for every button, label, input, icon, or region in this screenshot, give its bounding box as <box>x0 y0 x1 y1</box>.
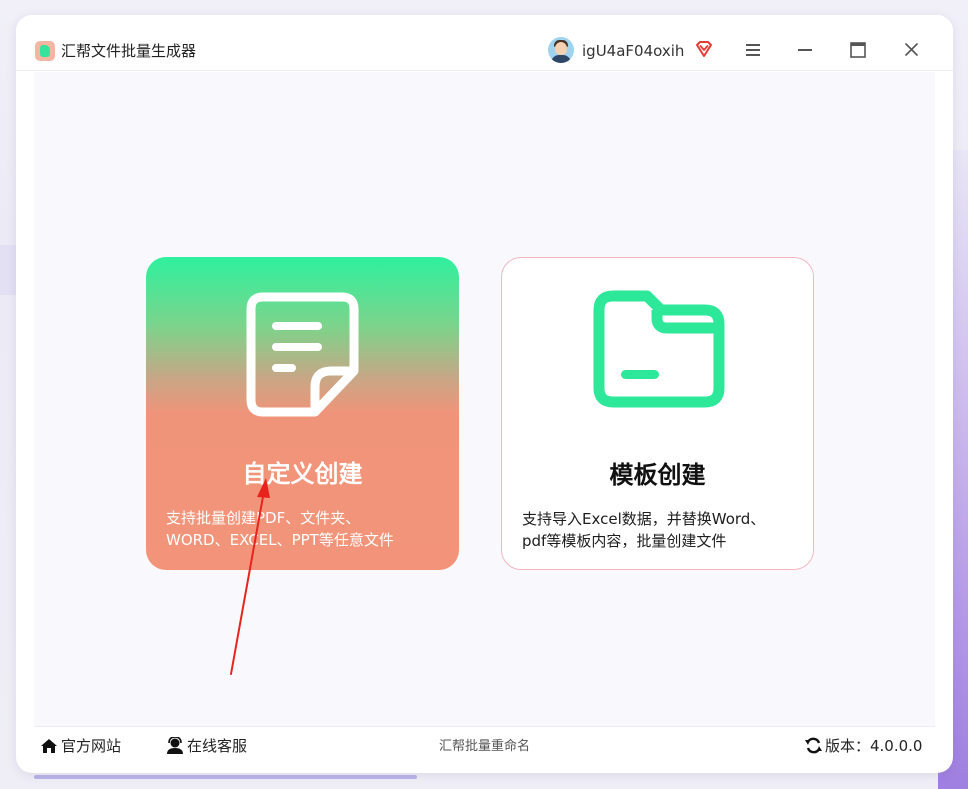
card-description: 支持批量创建PDF、文件夹、 WORD、EXCEL、PPT等任意文件 <box>166 507 446 551</box>
footer-center-text: 汇帮批量重命名 <box>438 739 530 754</box>
version-info[interactable]: 版本：4.0.0.0 <box>805 735 922 757</box>
version-label: 版本：4.0.0.0 <box>825 737 923 755</box>
close-icon[interactable] <box>905 43 918 56</box>
footer-bar: 官方网站 在线客服 汇帮批量重命名 版本：4.0.0.0 <box>34 726 935 764</box>
minimize-icon[interactable] <box>798 43 812 57</box>
card-desc-line: 支持批量创建PDF、文件夹、 <box>166 509 361 527</box>
maximize-icon[interactable] <box>850 42 866 58</box>
avatar-body <box>551 55 571 63</box>
card-desc-line: 支持导入Excel数据，并替换Word、 <box>522 510 766 528</box>
background-strip <box>34 775 417 779</box>
template-create-card[interactable]: 模板创建 支持导入Excel数据，并替换Word、 pdf等模板内容，批量创建文… <box>501 257 814 570</box>
avatar-face <box>555 42 567 55</box>
vip-diamond-icon[interactable] <box>695 40 713 58</box>
folder-icon <box>593 290 725 408</box>
document-icon <box>246 292 359 417</box>
card-desc-line: pdf等模板内容，批量创建文件 <box>522 532 727 550</box>
user-avatar[interactable] <box>548 37 574 63</box>
main-content: 自定义创建 支持批量创建PDF、文件夹、 WORD、EXCEL、PPT等任意文件… <box>34 72 935 726</box>
card-title: 自定义创建 <box>242 460 363 488</box>
username[interactable]: igU4aF04oxih <box>582 40 684 62</box>
title-bar: 汇帮文件批量生成器 igU4aF04oxih <box>16 15 953 71</box>
menu-icon[interactable] <box>746 43 760 57</box>
card-description: 支持导入Excel数据，并替换Word、 pdf等模板内容，批量创建文件 <box>522 508 802 552</box>
refresh-icon <box>805 737 822 754</box>
app-title: 汇帮文件批量生成器 <box>61 42 197 60</box>
app-logo-icon <box>35 41 55 61</box>
custom-create-card[interactable]: 自定义创建 支持批量创建PDF、文件夹、 WORD、EXCEL、PPT等任意文件 <box>146 257 459 570</box>
app-window: 汇帮文件批量生成器 igU4aF04oxih 自定义创建 支持批量创建PDF、文… <box>16 15 953 773</box>
card-desc-line: WORD、EXCEL、PPT等任意文件 <box>166 531 394 549</box>
card-title: 模板创建 <box>609 461 706 489</box>
